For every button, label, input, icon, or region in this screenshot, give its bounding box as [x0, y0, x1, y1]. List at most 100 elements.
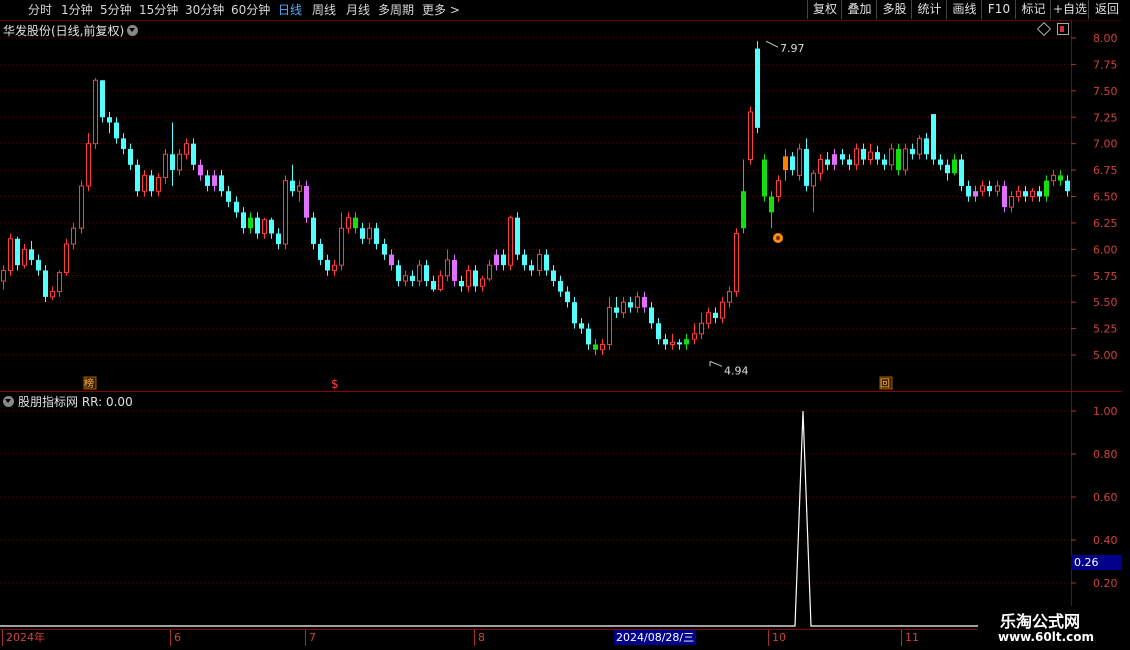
- toolbar-button-2[interactable]: 多股: [876, 0, 912, 19]
- candle-body: [882, 159, 887, 165]
- period-8[interactable]: 月线: [346, 2, 370, 18]
- indicator-toggle-icon[interactable]: [3, 396, 14, 407]
- candle-body: [459, 281, 464, 287]
- candle-body: [389, 254, 394, 266]
- toolbar: 分时 1分钟 5分钟 15分钟 30分钟 60分钟 日线 周线 月线 多周期 更多 > 复权 叠加 多股…: [0, 0, 1130, 21]
- candle-body: [706, 312, 711, 324]
- toolbar-button-0[interactable]: 复权: [807, 0, 842, 19]
- return-marker[interactable]: 回: [880, 378, 890, 390]
- candle: [727, 286, 732, 308]
- candle-body: [790, 156, 795, 171]
- period-3[interactable]: 15分钟: [139, 2, 178, 18]
- period-6[interactable]: 日线: [278, 2, 302, 18]
- period-5[interactable]: 60分钟: [231, 2, 270, 18]
- candle-body: [346, 217, 351, 229]
- candle-body: [741, 191, 746, 229]
- window-icon[interactable]: [1057, 23, 1069, 35]
- candle-body: [191, 143, 196, 165]
- candle-body: [832, 154, 837, 165]
- candle: [170, 122, 175, 186]
- price-chart[interactable]: 8.00 7.75 7.50 7.25 7.00 6.75 6.50 6.25 6.00 5.75…: [0, 0, 1130, 650]
- candle: [572, 296, 577, 329]
- candle: [290, 164, 295, 197]
- candle-body: [1051, 174, 1056, 182]
- rank-marker[interactable]: 榜: [84, 377, 94, 390]
- toolbar-button-3[interactable]: 统计: [911, 0, 947, 19]
- candle-body: [987, 185, 992, 192]
- candle-body: [727, 291, 732, 303]
- toolbar-button-8[interactable]: 返回: [1088, 0, 1125, 19]
- candle: [452, 254, 457, 287]
- candle-body: [107, 117, 112, 123]
- candle-body: [1030, 190, 1035, 197]
- candle: [205, 170, 210, 192]
- candle: [522, 249, 527, 271]
- period-9[interactable]: 多周期: [378, 2, 414, 18]
- toolbar-button-4[interactable]: 画线: [946, 0, 982, 19]
- candle: [966, 180, 971, 202]
- price-tick-label: 5.50: [1093, 296, 1118, 309]
- price-tick-label: 6.50: [1093, 191, 1118, 204]
- toolbar-button-1[interactable]: 叠加: [841, 0, 877, 19]
- candle-body: [149, 175, 154, 192]
- candle-body: [677, 342, 682, 345]
- diamond-icon[interactable]: [1036, 21, 1052, 37]
- candle-body: [811, 172, 816, 187]
- period-0[interactable]: 分时: [28, 2, 52, 18]
- candle: [234, 196, 239, 218]
- candle-body: [776, 180, 781, 197]
- candle-body: [868, 151, 873, 161]
- candle: [508, 215, 513, 271]
- candle-body: [713, 312, 718, 319]
- period-7[interactable]: 周线: [312, 2, 336, 18]
- candle-body: [889, 148, 894, 166]
- candle-body: [269, 219, 274, 234]
- candle: [424, 259, 429, 287]
- candle: [480, 275, 485, 292]
- candle: [952, 154, 957, 176]
- toolbar-button-5[interactable]: F10: [981, 0, 1016, 19]
- candle-body: [325, 259, 330, 271]
- period-4[interactable]: 30分钟: [185, 2, 224, 18]
- candle-body: [86, 143, 91, 187]
- candle: [346, 212, 351, 234]
- candle-body: [64, 243, 69, 274]
- candle-body: [635, 296, 640, 308]
- period-2[interactable]: 5分钟: [100, 2, 132, 18]
- candle-body: [896, 148, 901, 171]
- period-10[interactable]: 更多 >: [422, 2, 460, 18]
- candle: [755, 41, 760, 134]
- dropdown-icon[interactable]: [127, 25, 139, 36]
- candle-body: [15, 238, 20, 266]
- dollar-marker[interactable]: $: [331, 377, 339, 391]
- candle: [339, 212, 344, 271]
- candle: [832, 148, 837, 171]
- toolbar-button-7[interactable]: +自选: [1050, 0, 1089, 19]
- candle: [142, 170, 147, 197]
- candle-body: [219, 175, 224, 192]
- candle: [121, 133, 126, 155]
- candle-body: [128, 148, 133, 165]
- candle-body: [649, 307, 654, 324]
- period-1[interactable]: 1分钟: [61, 2, 93, 18]
- candle: [973, 185, 978, 202]
- price-tick-label: 7.75: [1093, 58, 1118, 71]
- candle: [537, 249, 542, 276]
- candle: [677, 339, 682, 350]
- candle: [1002, 180, 1007, 213]
- candle-body: [431, 281, 436, 290]
- candle-body: [600, 343, 605, 351]
- candle: [226, 185, 231, 208]
- candle: [198, 159, 203, 181]
- candle-body: [973, 191, 978, 197]
- candle: [684, 333, 689, 350]
- rank-marker-box[interactable]: [83, 376, 97, 390]
- toolbar-button-6[interactable]: 标记: [1015, 0, 1051, 19]
- candle: [917, 135, 922, 160]
- candle: [769, 191, 774, 229]
- candle: [241, 207, 246, 234]
- high-label: 7.97: [780, 42, 805, 55]
- candle-body: [135, 164, 140, 192]
- price-tick-label: 6.00: [1093, 243, 1118, 256]
- return-marker-box[interactable]: [879, 376, 893, 390]
